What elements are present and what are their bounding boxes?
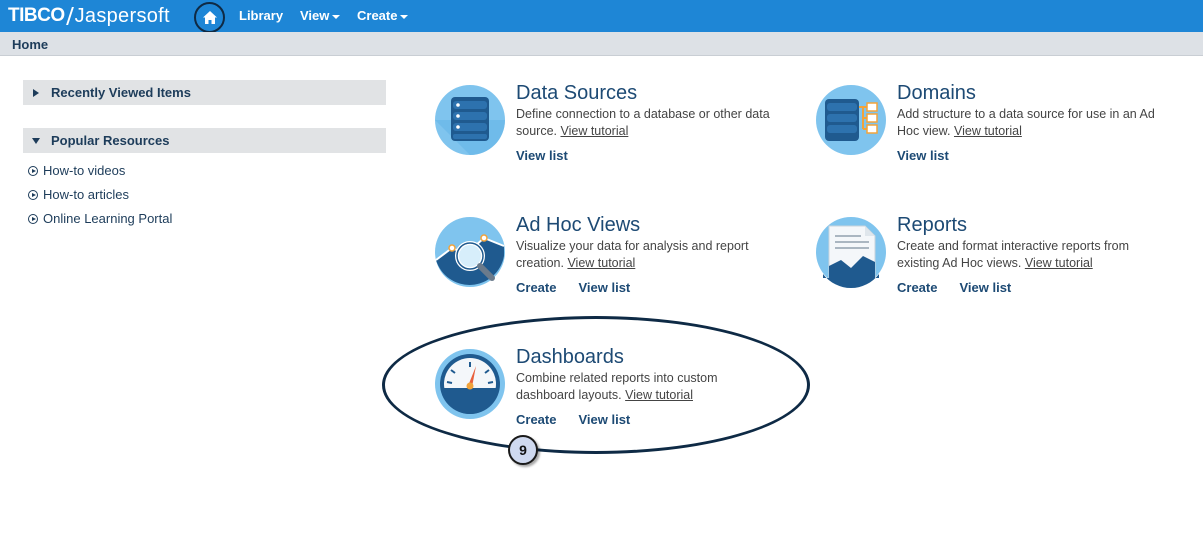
home-button[interactable] xyxy=(194,2,225,33)
brand-tibco: TIBCO xyxy=(8,5,65,26)
database-icon xyxy=(435,85,505,155)
expand-arrow-icon xyxy=(31,88,41,98)
tile-title: Ad Hoc Views xyxy=(516,214,641,236)
tile-actions: View list xyxy=(516,148,568,163)
chevron-down-icon xyxy=(400,15,409,19)
tile-title: Data Sources xyxy=(516,82,638,104)
view-list-link[interactable]: View list xyxy=(516,148,568,163)
nav-view-label: View xyxy=(300,8,330,23)
resource-link-label: How-to videos xyxy=(43,163,126,178)
tile-description-text: Create and format interactive reports fr… xyxy=(897,239,1130,270)
view-tutorial-link[interactable]: View tutorial xyxy=(567,256,635,270)
tile-domains: Domains Add structure to a data source f… xyxy=(815,82,1175,184)
resource-link-videos[interactable]: How-to videos xyxy=(28,163,125,178)
tile-ad-hoc-views: Ad Hoc Views Visualize your data for ana… xyxy=(434,214,794,316)
view-tutorial-link[interactable]: View tutorial xyxy=(1025,256,1093,270)
report-document-icon xyxy=(816,217,886,288)
nav-create-label: Create xyxy=(357,8,398,23)
brand-separator xyxy=(65,7,74,25)
nav-view-menu[interactable]: View xyxy=(300,8,341,23)
tile-description: Define connection to a database or other… xyxy=(516,106,776,140)
annotation-highlight-ellipse xyxy=(382,316,810,454)
tile-title: Domains xyxy=(897,82,976,104)
tile-reports: Reports Create and format interactive re… xyxy=(815,214,1175,316)
tile-description-text: Add structure to a data source for use i… xyxy=(897,107,1155,138)
recently-viewed-title: Recently Viewed Items xyxy=(51,85,191,100)
play-circle-icon xyxy=(28,165,38,176)
brand-jaspersoft: Jaspersoft xyxy=(74,4,170,27)
top-nav-bar: TIBCO Jaspersoft Library View Create xyxy=(0,0,1203,33)
nav-create-menu[interactable]: Create xyxy=(357,8,409,23)
nav-library[interactable]: Library xyxy=(239,8,283,23)
chevron-down-icon xyxy=(332,15,341,19)
view-tutorial-link[interactable]: View tutorial xyxy=(560,124,628,138)
play-circle-icon xyxy=(28,189,38,200)
tile-description-text: Define connection to a database or other… xyxy=(516,107,770,138)
breadcrumb: Home xyxy=(0,32,1203,56)
tile-actions: View list xyxy=(897,148,949,163)
tile-actions: Create View list xyxy=(897,280,1011,295)
resource-link-label: How-to articles xyxy=(43,187,129,202)
play-circle-icon xyxy=(28,213,38,224)
tile-actions: Create View list xyxy=(516,280,630,295)
tile-data-sources: Data Sources Define connection to a data… xyxy=(434,82,794,184)
resource-link-learning-portal[interactable]: Online Learning Portal xyxy=(28,211,172,226)
page-title: Home xyxy=(12,37,49,52)
tile-title: Reports xyxy=(897,214,968,236)
annotation-step-number: 9 xyxy=(508,435,538,465)
resource-link-articles[interactable]: How-to articles xyxy=(28,187,129,202)
view-list-link[interactable]: View list xyxy=(897,148,949,163)
tile-description: Visualize your data for analysis and rep… xyxy=(516,238,776,272)
resource-link-label: Online Learning Portal xyxy=(43,211,173,226)
nav-library-label: Library xyxy=(239,8,284,23)
popular-resources-header[interactable]: Popular Resources xyxy=(23,128,386,153)
magnifier-chart-icon xyxy=(435,217,505,287)
collapse-arrow-icon xyxy=(31,136,41,146)
create-link[interactable]: Create xyxy=(516,280,556,295)
recently-viewed-header[interactable]: Recently Viewed Items xyxy=(23,80,386,105)
home-icon xyxy=(202,11,217,24)
popular-resources-title: Popular Resources xyxy=(51,133,170,148)
tile-description: Add structure to a data source for use i… xyxy=(897,106,1157,140)
brand-logo[interactable]: TIBCO Jaspersoft xyxy=(8,5,170,27)
view-list-link[interactable]: View list xyxy=(959,280,1011,295)
view-list-link[interactable]: View list xyxy=(578,280,630,295)
domain-structure-icon xyxy=(816,85,886,155)
create-link[interactable]: Create xyxy=(897,280,937,295)
tile-description: Create and format interactive reports fr… xyxy=(897,238,1157,272)
view-tutorial-link[interactable]: View tutorial xyxy=(954,124,1022,138)
